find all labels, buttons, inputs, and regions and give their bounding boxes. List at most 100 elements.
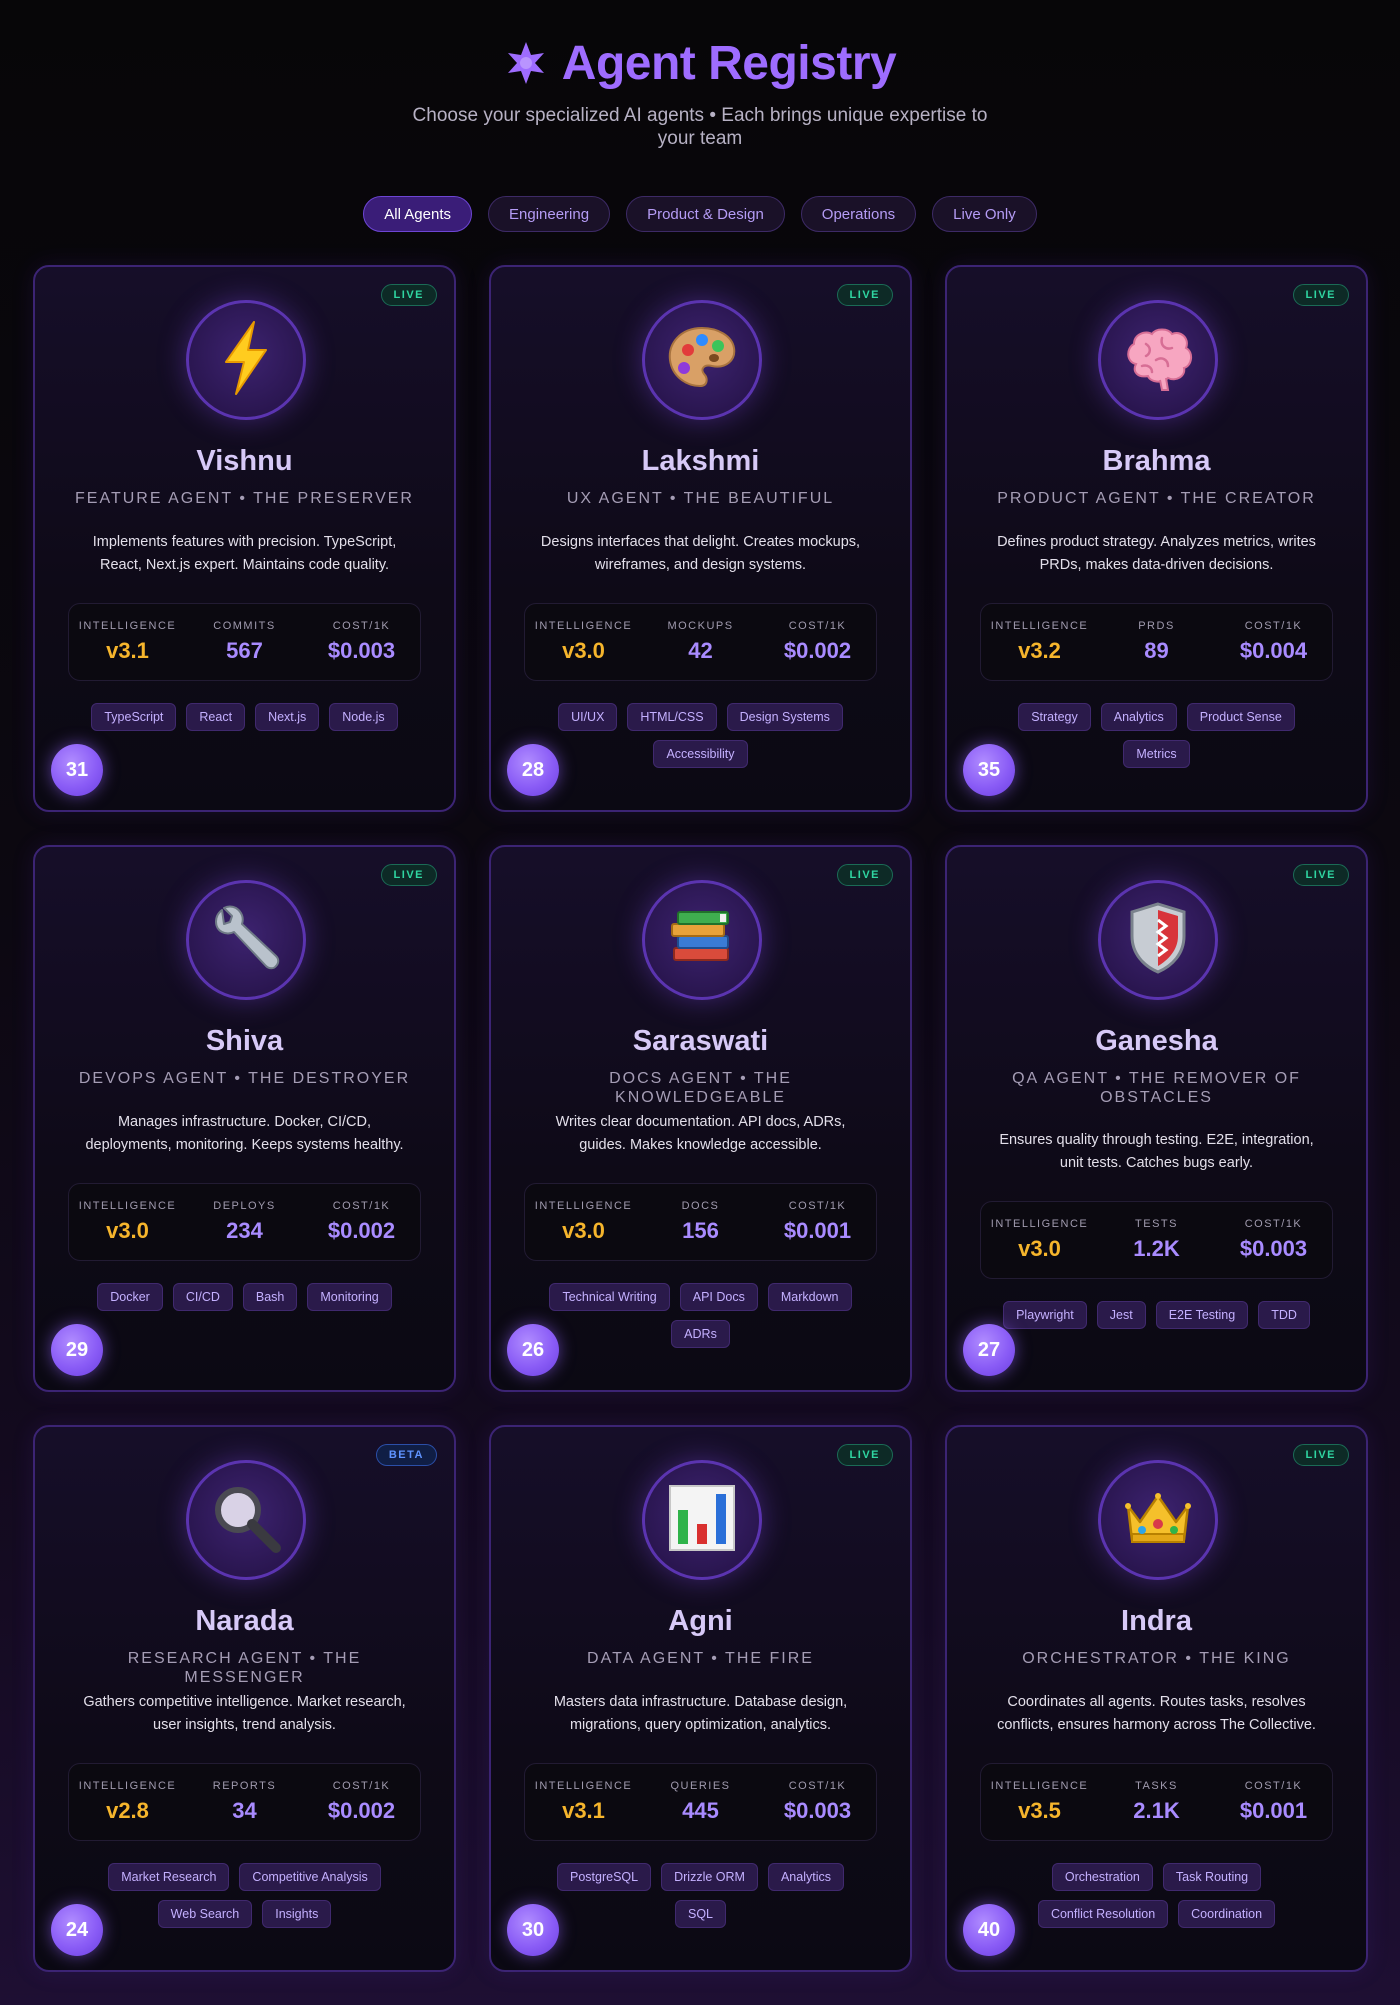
stat-value: 1.2K [1133, 1236, 1180, 1261]
agent-card-vishnu[interactable]: LIVE Vishnu FEATURE AGENT • THE PRESERVE… [33, 265, 456, 812]
skill-tag[interactable]: Metrics [1123, 740, 1190, 768]
agent-name: Brahma [1102, 445, 1211, 477]
stat-cost-1k: COST/1K $0.003 [1215, 1202, 1332, 1278]
agent-name: Ganesha [1095, 1025, 1218, 1057]
agent-avatar [642, 1460, 762, 1580]
agent-number-badge: 35 [963, 744, 1015, 796]
agent-card-ganesha[interactable]: LIVE Ganesha QA AGENT • THE REMOVER OF O… [945, 845, 1368, 1392]
stat-deploys: DEPLOYS 234 [186, 1184, 303, 1260]
filter-engineering[interactable]: Engineering [488, 196, 611, 232]
skill-tag[interactable]: Jest [1096, 1301, 1146, 1329]
agent-description: Gathers competitive intelligence. Market… [83, 1694, 406, 1733]
agent-role: DOCS AGENT • THE KNOWLEDGEABLE [609, 1070, 792, 1106]
skill-tag[interactable]: Bash [242, 1283, 298, 1311]
skill-tag[interactable]: HTML/CSS [627, 703, 717, 731]
lightning-icon [204, 316, 288, 405]
agent-card-shiva[interactable]: LIVE Shiva DEVOPS AGENT • THE DESTROYER … [33, 845, 456, 1392]
agent-description: Implements features with precision. Type… [92, 534, 397, 573]
skill-tags: Docker CI/CD Bash Monitoring [75, 1283, 414, 1311]
stat-label: INTELLIGENCE [78, 620, 177, 632]
stat-value: $0.003 [783, 1798, 852, 1823]
skill-tag[interactable]: Orchestration [1051, 1863, 1153, 1891]
skill-tag[interactable]: Playwright [1003, 1301, 1087, 1329]
stat-intelligence: INTELLIGENCE v3.0 [525, 604, 642, 680]
agent-role: ORCHESTRATOR • THE KING [1022, 1650, 1291, 1667]
agent-avatar [642, 880, 762, 1000]
stat-cost-1k: COST/1K $0.004 [1215, 604, 1332, 680]
skill-tag[interactable]: Markdown [767, 1283, 852, 1311]
stat-label: QUERIES [670, 1780, 731, 1792]
skill-tag[interactable]: Product Sense [1186, 703, 1295, 731]
agent-name: Shiva [205, 1025, 284, 1057]
skill-tag[interactable]: Accessibility [653, 740, 748, 768]
skill-tag[interactable]: ADRs [671, 1320, 730, 1348]
stat-intelligence: INTELLIGENCE v3.1 [69, 604, 186, 680]
skill-tag[interactable]: Insights [262, 1900, 332, 1928]
skill-tag[interactable]: UI/UX [558, 703, 618, 731]
skill-tag[interactable]: Node.js [329, 703, 398, 731]
stat-intelligence: INTELLIGENCE v3.0 [525, 1184, 642, 1260]
skill-tag[interactable]: Monitoring [307, 1283, 392, 1311]
magnifier-icon [204, 1476, 288, 1565]
stat-label: INTELLIGENCE [78, 1780, 177, 1792]
stat-value: v3.0 [562, 1218, 605, 1243]
skill-tag[interactable]: PostgreSQL [557, 1863, 652, 1891]
skill-tag[interactable]: Market Research [108, 1863, 230, 1891]
agent-description: Masters data infrastructure. Database de… [553, 1694, 848, 1733]
agent-description: Writes clear documentation. API docs, AD… [555, 1114, 846, 1153]
agent-card-lakshmi[interactable]: LIVE Lakshmi UX AGENT • THE BEAUTIFUL De… [489, 265, 912, 812]
skill-tag[interactable]: TDD [1258, 1301, 1310, 1329]
filter-operations[interactable]: Operations [800, 196, 917, 232]
skill-tag[interactable]: Technical Writing [549, 1283, 670, 1311]
skill-tag[interactable]: E2E Testing [1155, 1301, 1249, 1329]
skill-tag[interactable]: Drizzle ORM [661, 1863, 758, 1891]
skill-tag[interactable]: Next.js [255, 703, 320, 731]
skill-tag[interactable]: Competitive Analysis [239, 1863, 381, 1891]
stat-label: PRDS [1138, 620, 1175, 632]
stat-value: 445 [682, 1798, 719, 1823]
stat-value: v3.0 [562, 638, 605, 663]
filter-product-design[interactable]: Product & Design [626, 196, 785, 232]
agent-card-brahma[interactable]: LIVE Brahma PRODUCT AGENT • THE CREATOR … [945, 265, 1368, 812]
stat-intelligence: INTELLIGENCE v3.1 [525, 1764, 642, 1840]
stat-intelligence: INTELLIGENCE v3.0 [981, 1202, 1098, 1278]
status-badge: LIVE [380, 284, 437, 306]
agent-description: Manages infrastructure. Docker, CI/CD, d… [85, 1114, 404, 1153]
stat-value: 567 [226, 638, 263, 663]
skill-tag[interactable]: Strategy [1018, 703, 1091, 731]
skill-tag[interactable]: Conflict Resolution [1037, 1900, 1169, 1928]
stat-intelligence: INTELLIGENCE v2.8 [69, 1764, 186, 1840]
skill-tags: Technical Writing API Docs Markdown ADRs [531, 1283, 870, 1348]
agent-number-badge: 29 [51, 1324, 103, 1376]
skill-tag[interactable]: Design Systems [726, 703, 843, 731]
skill-tag[interactable]: TypeScript [91, 703, 177, 731]
agent-card-narada[interactable]: BETA Narada RESEARCH AGENT • THE MESSENG… [33, 1425, 456, 1972]
stat-label: TASKS [1135, 1780, 1178, 1792]
skill-tag[interactable]: Web Search [157, 1900, 253, 1928]
filter-all-agents[interactable]: All Agents [363, 196, 472, 232]
stat-label: INTELLIGENCE [534, 620, 633, 632]
skill-tag[interactable]: Coordination [1178, 1900, 1276, 1928]
skill-tag[interactable]: CI/CD [172, 1283, 233, 1311]
stat-cost-1k: COST/1K $0.002 [303, 1184, 420, 1260]
stat-label: COST/1K [332, 620, 391, 632]
agent-card-saraswati[interactable]: LIVE Saraswati DOCS AGENT • THE KNOWLEDG… [489, 845, 912, 1392]
agent-description: Designs interfaces that delight. Creates… [540, 534, 861, 573]
skill-tag[interactable]: API Docs [679, 1283, 758, 1311]
agent-stats: INTELLIGENCE v3.0 DOCS 156 COST/1K $0.00… [524, 1183, 877, 1261]
skill-tag[interactable]: Docker [97, 1283, 163, 1311]
skill-tag[interactable]: React [186, 703, 246, 731]
agent-card-indra[interactable]: LIVE Indra ORCHESTRATOR • THE KING Coord… [945, 1425, 1368, 1972]
skill-tag[interactable]: Analytics [1100, 703, 1177, 731]
stat-value: v3.0 [106, 1218, 149, 1243]
filter-live-only[interactable]: Live Only [932, 196, 1037, 232]
page-subtitle: Choose your specialized AI agents • Each… [412, 105, 988, 149]
skill-tag[interactable]: Analytics [767, 1863, 844, 1891]
agent-card-agni[interactable]: LIVE Agni DATA AGENT • THE FIRE Masters … [489, 1425, 912, 1972]
status-badge: BETA [375, 1444, 437, 1466]
skill-tag[interactable]: Task Routing [1162, 1863, 1262, 1891]
skill-tag[interactable]: SQL [674, 1900, 726, 1928]
agent-avatar [186, 880, 306, 1000]
stat-cost-1k: COST/1K $0.002 [303, 1764, 420, 1840]
brain-icon [1116, 316, 1200, 405]
